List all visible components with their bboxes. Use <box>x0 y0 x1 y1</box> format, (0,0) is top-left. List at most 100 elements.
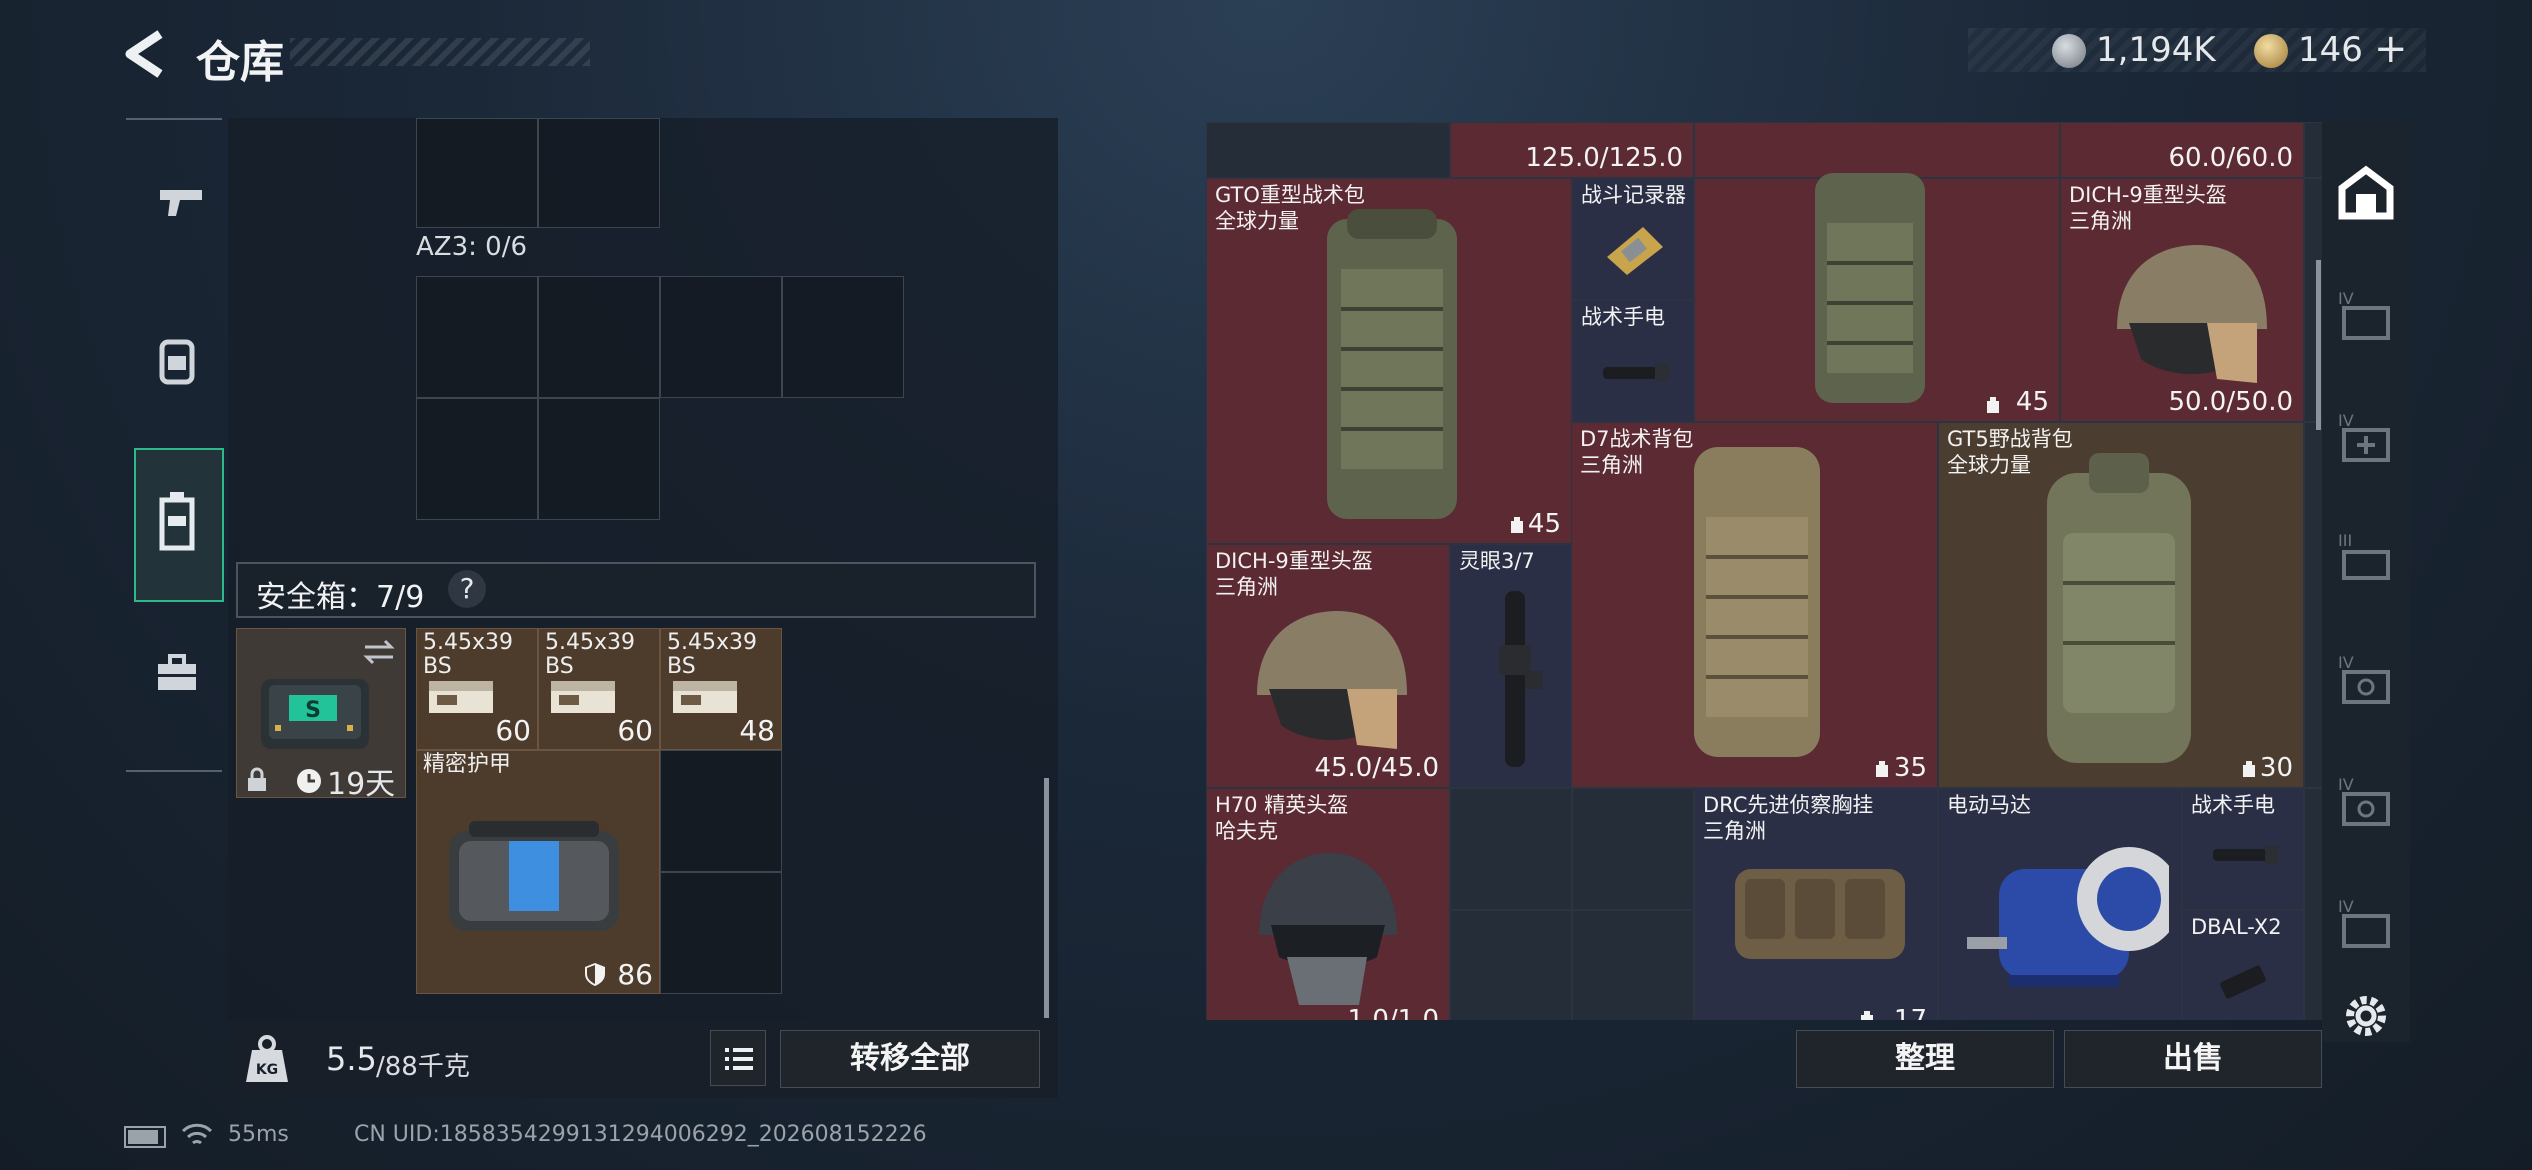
tab-safebox[interactable] <box>134 448 224 602</box>
ammo-slot[interactable]: 5.45x39 BS 60 <box>538 628 660 750</box>
stash-panel: 125.0/125.0 60.0/60.0 GTO重型战术包 全球力量 45 战… <box>1206 122 2410 1020</box>
back-button[interactable] <box>120 28 168 80</box>
backpack-image-icon <box>2047 453 2191 763</box>
flashlight-item[interactable]: 战术手电 <box>1572 300 1694 422</box>
grid-cell[interactable] <box>660 750 782 872</box>
stash-tab-iv-1[interactable]: IV <box>2332 282 2400 350</box>
capacity-icon <box>1876 761 1888 777</box>
tab-weapons[interactable] <box>134 148 220 254</box>
safebox-label: 安全箱：7/9 <box>256 580 425 615</box>
gt5-backpack-item[interactable]: GT5野战背包 全球力量 30 <box>1938 422 2304 788</box>
ping-text: 55ms <box>228 1122 289 1147</box>
add-currency-button[interactable]: + <box>2374 26 2408 72</box>
item-name: 灵眼3/7 <box>1459 549 1535 573</box>
weight-value: 5.5 <box>326 1040 377 1078</box>
stash-scrollbar[interactable] <box>2316 260 2321 430</box>
wifi-icon <box>181 1123 213 1145</box>
grid-cell[interactable] <box>1572 788 1694 910</box>
item-name: 战术手电 <box>2191 793 2275 817</box>
scrollbar[interactable] <box>1044 778 1049 1018</box>
battery-icon <box>124 1126 166 1148</box>
sort-button[interactable]: 整理 <box>1796 1030 2054 1088</box>
backpack-item[interactable]: 45 <box>1694 173 2060 422</box>
vest-icon <box>159 492 195 551</box>
silver-amount: 1,194K <box>2096 30 2216 70</box>
grid-cell[interactable] <box>660 872 782 994</box>
grid-cell[interactable] <box>1450 788 1572 910</box>
grid-cell[interactable] <box>782 276 904 398</box>
grid-cell[interactable] <box>1572 910 1694 1020</box>
flashlight-item[interactable]: 战术手电 <box>2182 788 2304 910</box>
stash-tab-iv-3[interactable]: IV <box>2332 646 2400 714</box>
svg-text:IV: IV <box>2338 411 2354 430</box>
item-cell[interactable]: 60.0/60.0 <box>2060 122 2304 178</box>
safebox-header: 安全箱：7/9 ? <box>236 562 1036 618</box>
helmet-image-icon <box>1257 611 1407 749</box>
svg-text:III: III <box>2338 531 2352 550</box>
item-cell[interactable] <box>1694 122 2060 178</box>
ammo-box-icon <box>429 681 493 713</box>
chest-rig-icon <box>1735 869 1905 959</box>
grid-cell[interactable] <box>1206 122 1450 178</box>
item-cell[interactable]: 125.0/125.0 <box>1450 122 1694 178</box>
warehouse-icon <box>2338 165 2394 220</box>
grid-cell[interactable] <box>538 276 660 398</box>
grid-cell[interactable] <box>538 118 660 228</box>
stash-tab-iv-5[interactable]: IV <box>2332 890 2400 958</box>
dbal-item[interactable]: DBAL-X2 <box>2182 910 2304 1020</box>
stash-tab-iii[interactable]: III <box>2332 524 2400 592</box>
scope-item[interactable]: 灵眼3/7 <box>1450 544 1572 788</box>
item-name: DICH-9重型头盔 <box>2069 183 2227 207</box>
list-view-button[interactable] <box>710 1030 766 1086</box>
grid-cell[interactable] <box>416 118 538 228</box>
helmet-item[interactable]: DICH-9重型头盔 三角洲 50.0/50.0 <box>2060 178 2304 422</box>
d7-backpack-item[interactable]: D7战术背包 三角洲 35 <box>1572 422 1938 788</box>
armor-durability: 86 <box>617 958 653 991</box>
armor-slot[interactable]: 精密护甲 86 <box>416 750 660 994</box>
ammo-crate-icon: III <box>2338 531 2390 580</box>
drc-chest-rig-item[interactable]: DRC先进侦察胸挂 三角洲 17 <box>1694 788 1938 1020</box>
stash-home-button[interactable] <box>2332 158 2400 226</box>
grid-cell[interactable] <box>1450 910 1572 1020</box>
item-name: 战术手电 <box>1581 305 1665 329</box>
safebox-item[interactable]: S 19天 <box>236 628 406 802</box>
uid-text: CN UID:1858354299131294006292_2026081522… <box>354 1122 927 1147</box>
helmet-image-icon <box>1259 853 1397 1005</box>
inventory-panel: AZ3: 0/6 安全箱：7/9 ? S 19天 5.45x39 BS 60 5… <box>228 118 1058 1098</box>
safebox-days: 19天 <box>327 767 396 802</box>
capacity-icon <box>2243 761 2255 777</box>
sell-button[interactable]: 出售 <box>2064 1030 2322 1088</box>
ammo-name: 5.45x39 BS <box>667 630 757 679</box>
item-capacity: 45 <box>1527 509 1561 539</box>
backpack-icon <box>159 339 195 385</box>
capacity-icon <box>1987 397 1999 413</box>
stash-tab-iv-4[interactable]: IV <box>2332 768 2400 836</box>
tab-equipment[interactable] <box>134 308 220 414</box>
gear-icon <box>2346 996 2386 1036</box>
ammo-name: 5.45x39 BS <box>423 630 513 679</box>
grid-cell[interactable] <box>660 276 782 398</box>
grid-cell[interactable] <box>416 398 538 520</box>
ammo-slot[interactable]: 5.45x39 BS 48 <box>660 628 782 750</box>
help-button[interactable]: ? <box>448 570 486 608</box>
transfer-all-button[interactable]: 转移全部 <box>780 1030 1040 1088</box>
svg-text:IV: IV <box>2338 653 2354 672</box>
motor-icon <box>1967 847 2169 987</box>
stash-tab-iv-2[interactable]: IV <box>2332 404 2400 472</box>
backpack-image-icon <box>1694 447 1820 757</box>
ammo-count: 60 <box>617 714 653 747</box>
helmet-item[interactable]: DICH-9重型头盔 三角洲 45.0/45.0 <box>1206 544 1450 788</box>
grid-cell[interactable] <box>538 398 660 520</box>
grid-cell[interactable] <box>416 276 538 398</box>
ammo-slot[interactable]: 5.45x39 BS 60 <box>416 628 538 750</box>
gto-backpack-item[interactable]: GTO重型战术包 全球力量 45 <box>1206 178 1572 544</box>
settings-button[interactable] <box>2332 990 2400 1042</box>
tab-items[interactable] <box>134 618 220 724</box>
recorder-item[interactable]: 战斗记录器 <box>1572 178 1694 300</box>
capacity-icon <box>1861 1011 1873 1020</box>
list-icon <box>725 1048 753 1070</box>
h70-helmet-item[interactable]: H70 精英头盔 哈夫克 1.0/1.0 <box>1206 788 1450 1020</box>
item-name: H70 精英头盔 <box>1215 793 1349 817</box>
safebox-case-icon: S <box>261 679 369 749</box>
electric-motor-item[interactable]: 电动马达 <box>1938 788 2182 1020</box>
